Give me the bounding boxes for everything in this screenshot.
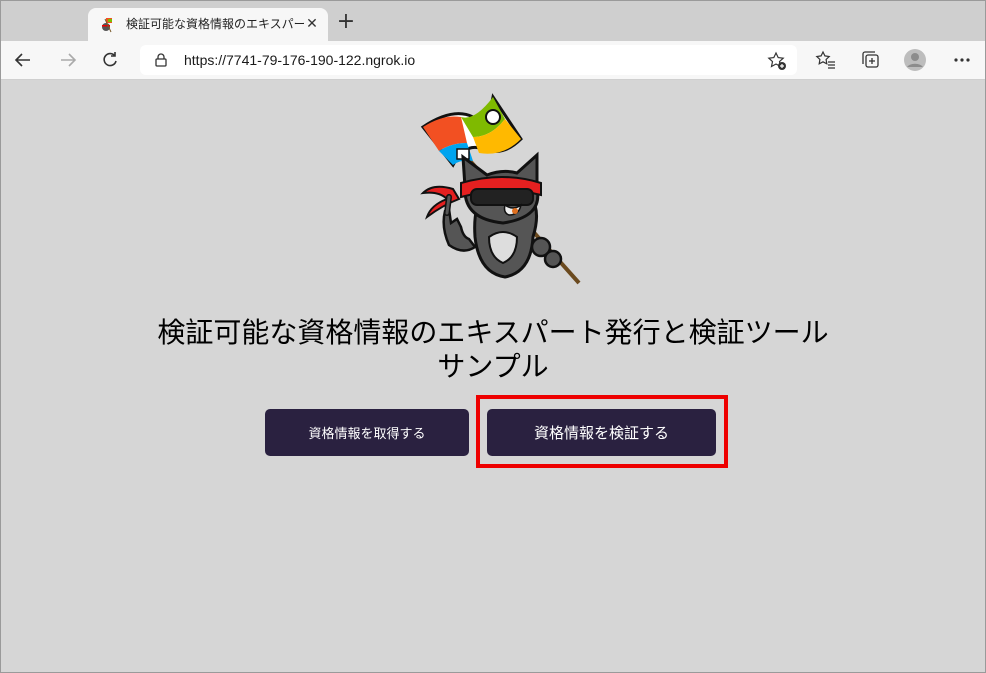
browser-tab[interactable]: 検証可能な資格情報のエキスパートC ✕ bbox=[88, 8, 328, 41]
tab-strip: 検証可能な資格情報のエキスパートC ✕ + bbox=[1, 1, 985, 41]
refresh-button[interactable] bbox=[98, 48, 122, 72]
add-favorite-icon[interactable] bbox=[767, 51, 787, 71]
address-bar[interactable]: https://7741-79-176-190-122.ngrok.io bbox=[140, 45, 797, 75]
profile-button[interactable] bbox=[903, 48, 927, 72]
page-content: 検証可能な資格情報のエキスパート発行と検証ツール サンプル 資格情報を取得する … bbox=[1, 80, 985, 672]
ninja-cat-favicon-icon bbox=[102, 18, 112, 33]
new-tab-button[interactable]: + bbox=[336, 11, 356, 33]
page-title: 検証可能な資格情報のエキスパート発行と検証ツール サンプル bbox=[1, 316, 985, 384]
tab-title: 検証可能な資格情報のエキスパートC bbox=[126, 17, 304, 31]
browser-toolbar: https://7741-79-176-190-122.ngrok.io bbox=[1, 41, 985, 80]
tab-close-icon[interactable]: ✕ bbox=[304, 16, 320, 32]
collections-icon bbox=[862, 51, 879, 68]
browser-window: 検証可能な資格情報のエキスパートC ✕ + https://7741-79-17… bbox=[0, 0, 986, 673]
page-title-line2: サンプル bbox=[437, 350, 549, 383]
address-url[interactable]: https://7741-79-176-190-122.ngrok.io bbox=[184, 52, 415, 68]
lock-icon[interactable] bbox=[154, 53, 168, 67]
more-dots-icon bbox=[954, 58, 970, 62]
collections-button[interactable] bbox=[859, 48, 883, 72]
favorites-button[interactable] bbox=[814, 48, 838, 72]
back-button[interactable] bbox=[11, 48, 35, 72]
more-menu-button[interactable] bbox=[950, 48, 974, 72]
forward-button[interactable] bbox=[56, 48, 80, 72]
get-credential-button[interactable]: 資格情報を取得する bbox=[265, 409, 469, 456]
ninja-cat-flag-icon bbox=[420, 93, 581, 285]
favorites-star-list-icon bbox=[815, 50, 835, 69]
refresh-icon bbox=[103, 52, 117, 67]
back-arrow-icon bbox=[14, 53, 30, 67]
forward-arrow-icon bbox=[61, 53, 77, 67]
verify-credential-button[interactable]: 資格情報を検証する bbox=[487, 409, 716, 456]
avatar-icon bbox=[904, 49, 926, 71]
page-title-line1: 検証可能な資格情報のエキスパート発行と検証ツール bbox=[157, 316, 829, 349]
